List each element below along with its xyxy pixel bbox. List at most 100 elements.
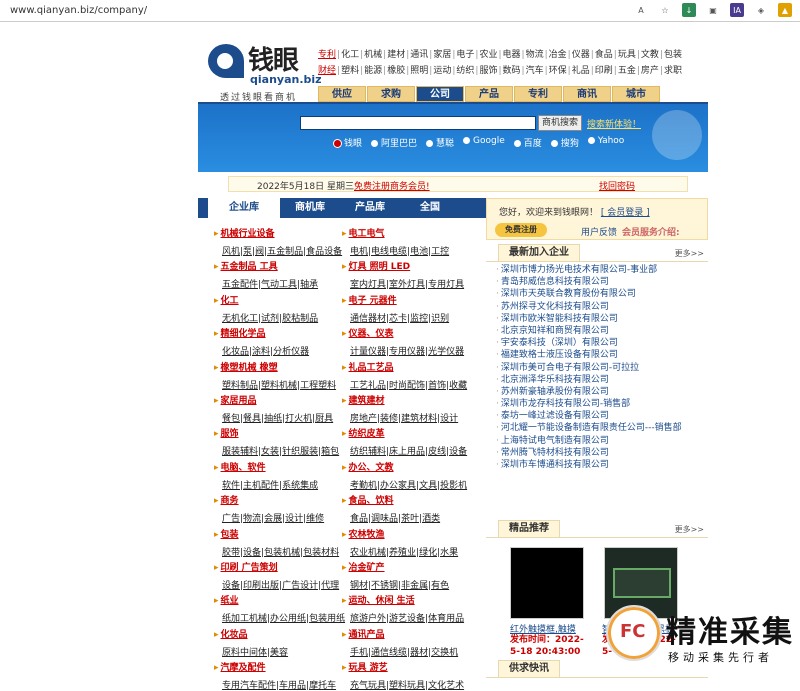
- company-link[interactable]: 北京洲泽华乐科技有限公司: [496, 374, 706, 386]
- company-link[interactable]: 深圳市天英联合教育股份有限公司: [496, 288, 706, 300]
- category-sublinks[interactable]: 钢材|不锈钢|非金属|有色: [350, 578, 477, 591]
- industry-link[interactable]: 家居: [433, 50, 451, 60]
- category-sublinks[interactable]: 设备|印刷出版|广告设计|代理: [222, 578, 349, 591]
- company-link[interactable]: 苏州探寻文化科技有限公司: [496, 301, 706, 313]
- category-heading[interactable]: 服饰: [214, 426, 349, 439]
- register-link[interactable]: 免费注册商务会员!: [354, 179, 430, 192]
- nav-tab[interactable]: 城市: [612, 86, 660, 102]
- industry-link[interactable]: 运动: [433, 66, 451, 76]
- industry-link[interactable]: 文教: [641, 50, 659, 60]
- company-link[interactable]: 上海特试电气制造有限公司: [496, 435, 706, 447]
- category-heading[interactable]: 纺织皮革: [342, 426, 477, 439]
- industry-link[interactable]: 机械: [364, 50, 382, 60]
- search-input[interactable]: [300, 116, 536, 130]
- category-sublinks[interactable]: 餐包|餐具|抽纸|打火机|厨具: [222, 411, 349, 424]
- library-tab[interactable]: 商机库: [280, 198, 340, 218]
- feedback-link[interactable]: 用户反馈: [581, 225, 617, 238]
- category-sublinks[interactable]: 旅游户外|游艺设备|体育用品: [350, 611, 477, 624]
- radio-icon[interactable]: [550, 140, 558, 147]
- industry-link[interactable]: 纺织: [456, 66, 474, 76]
- nav-tab[interactable]: 求购: [367, 86, 415, 102]
- category-heading[interactable]: 商务: [214, 493, 349, 506]
- industry-link[interactable]: 环保: [549, 66, 567, 76]
- favorites-icon[interactable]: ☆: [658, 3, 672, 17]
- industry-link[interactable]: 塑料: [341, 66, 359, 76]
- search-engine-option[interactable]: Yahoo: [587, 136, 624, 149]
- radio-icon[interactable]: [426, 140, 434, 147]
- category-sublinks[interactable]: 室内灯具|室外灯具|专用灯具: [350, 277, 477, 290]
- company-link[interactable]: 苏州新豪轴承股份有限公司: [496, 386, 706, 398]
- company-link[interactable]: 河北耀一节能设备制造有限责任公司---销售部: [496, 422, 706, 434]
- extension-dark-icon[interactable]: ▣: [706, 3, 720, 17]
- category-heading[interactable]: 纸业: [214, 593, 349, 606]
- category-sublinks[interactable]: 无机化工|试剂|胶粘制品: [222, 311, 349, 324]
- search-engine-option[interactable]: 阿里巴巴: [371, 136, 417, 149]
- site-logo[interactable]: 钱眼 qianyan.biz 透过钱眼看商机: [204, 38, 322, 103]
- category-sublinks[interactable]: 工艺礼品|时尚配饰|首饰|收藏: [350, 378, 477, 391]
- company-link[interactable]: 深圳市车博通科技有限公司: [496, 459, 706, 471]
- category-sublinks[interactable]: 通信器材|芯卡|监控|识别: [350, 311, 477, 324]
- library-tab[interactable]: 企业库: [208, 198, 280, 218]
- library-tab[interactable]: 全国: [400, 198, 460, 218]
- search-button[interactable]: 商机搜索: [538, 115, 582, 131]
- newest-more-link[interactable]: 更多>>: [675, 248, 704, 259]
- category-sublinks[interactable]: 食品|调味品|茶叶|酒类: [350, 511, 477, 524]
- company-link[interactable]: 深圳市欧米智能科技有限公司: [496, 313, 706, 325]
- industry-link[interactable]: 橡胶: [387, 66, 405, 76]
- forgot-password-link[interactable]: 找回密码: [599, 179, 635, 192]
- industry-link[interactable]: 房产: [641, 66, 659, 76]
- category-sublinks[interactable]: 纺织辅料|床上用品|皮线|设备: [350, 444, 477, 457]
- category-heading[interactable]: 橡塑机械 橡塑: [214, 360, 349, 373]
- category-heading[interactable]: 农林牧渔: [342, 527, 477, 540]
- nav-tab[interactable]: 商讯: [563, 86, 611, 102]
- nav-tab[interactable]: 产品: [465, 86, 513, 102]
- category-sublinks[interactable]: 考勤机|办公家具|文具|投影机: [350, 478, 477, 491]
- category-heading[interactable]: 礼品工艺品: [342, 360, 477, 373]
- category-sublinks[interactable]: 软件|主机配件|系统集成: [222, 478, 349, 491]
- free-register-button[interactable]: 免费注册: [495, 223, 547, 237]
- company-link[interactable]: 常州腾飞特材科技有限公司: [496, 447, 706, 459]
- category-sublinks[interactable]: 手机|通信线缆|器材|交换机: [350, 645, 477, 658]
- category-heading[interactable]: 电子 元器件: [342, 293, 477, 306]
- category-heading[interactable]: 化妆品: [214, 627, 349, 640]
- radio-icon[interactable]: [334, 140, 341, 147]
- search-engine-option[interactable]: 百度: [513, 136, 542, 149]
- new-search-link[interactable]: 搜索新体验！: [587, 117, 641, 130]
- company-link[interactable]: 深圳市博力扬光电技术有限公司-事业部: [496, 264, 706, 276]
- radio-icon[interactable]: [587, 137, 595, 144]
- library-tab[interactable]: 产品库: [340, 198, 400, 218]
- category-heading[interactable]: 食品、饮料: [342, 493, 477, 506]
- industry-link[interactable]: 农业: [479, 50, 497, 60]
- member-login-link[interactable]: [ 会员登录 ]: [601, 208, 650, 218]
- industry-link[interactable]: 化工: [341, 50, 359, 60]
- category-sublinks[interactable]: 电机|电线电缆|电池|工控: [350, 244, 477, 257]
- nav-tab[interactable]: 供应: [318, 86, 366, 102]
- radio-icon[interactable]: [371, 140, 379, 147]
- category-sublinks[interactable]: 充气玩具|塑料玩具|文化艺术: [350, 678, 477, 691]
- category-heading[interactable]: 建筑建材: [342, 393, 477, 406]
- featured-image-2[interactable]: [604, 547, 678, 619]
- address-bar[interactable]: www.qianyan.biz/company/: [10, 5, 147, 16]
- category-heading[interactable]: 包装: [214, 527, 349, 540]
- category-heading[interactable]: 印刷 广告策划: [214, 560, 349, 573]
- category-heading[interactable]: 运动、休闲 生活: [342, 593, 477, 606]
- company-link[interactable]: 宇安泰科技（深圳）有限公司: [496, 337, 706, 349]
- company-link[interactable]: 青岛邦威信息科技有限公司: [496, 276, 706, 288]
- company-link[interactable]: 深圳市美可合电子有限公司-可拉拉: [496, 362, 706, 374]
- company-link[interactable]: 深圳市龙存科技有限公司-销售部: [496, 398, 706, 410]
- category-heading[interactable]: 电工电气: [342, 226, 477, 239]
- industry-link[interactable]: 冶金: [549, 50, 567, 60]
- vip-service-link[interactable]: 会员服务介绍:: [622, 225, 680, 238]
- radio-icon[interactable]: [463, 137, 471, 144]
- industry-link[interactable]: 包装: [664, 50, 682, 60]
- featured-more-link[interactable]: 更多>>: [675, 524, 704, 535]
- category-heading[interactable]: 化工: [214, 293, 349, 306]
- extension-green-icon[interactable]: ↓: [682, 3, 696, 17]
- category-sublinks[interactable]: 纸加工机械|办公用纸|包装用纸: [222, 611, 349, 624]
- industry-link[interactable]: 服饰: [479, 66, 497, 76]
- industry-link[interactable]: 能源: [364, 66, 382, 76]
- industry-link[interactable]: 通讯: [410, 50, 428, 60]
- industry-link[interactable]: 电子: [456, 50, 474, 60]
- read-aloud-icon[interactable]: A: [634, 3, 648, 17]
- company-link[interactable]: 泰坊一峰过滤设备有限公司: [496, 410, 706, 422]
